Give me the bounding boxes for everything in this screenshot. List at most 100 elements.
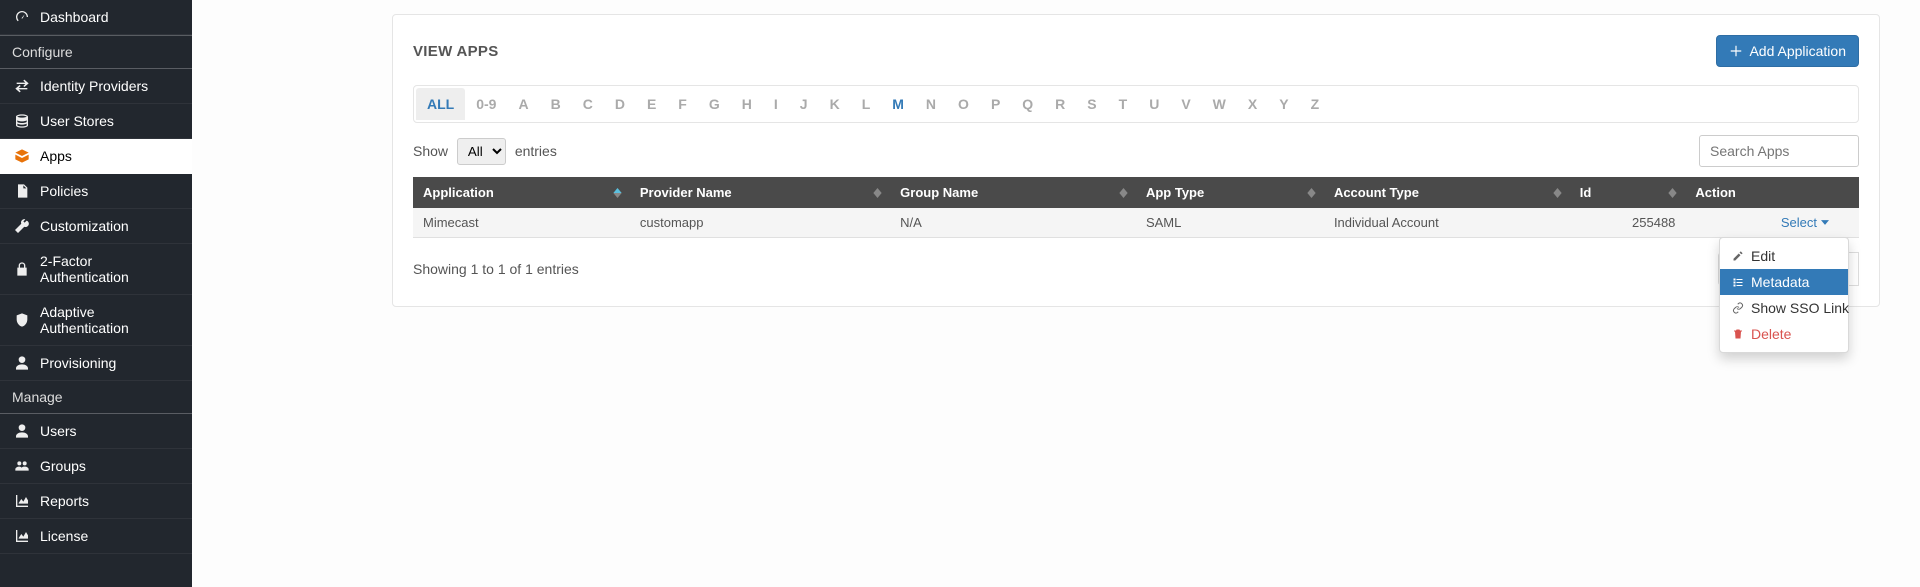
col-action: Action — [1685, 177, 1859, 208]
sidebar-item-2fa[interactable]: 2-Factor Authentication — [0, 244, 192, 295]
main-content: VIEW APPS Add Application ALL0-9ABCDEFGH… — [192, 0, 1920, 587]
sidebar-header-configure: Configure — [0, 35, 192, 68]
col-application[interactable]: Application — [413, 177, 630, 208]
col-account-type[interactable]: Account Type — [1324, 177, 1570, 208]
sidebar-item-label: Dashboard — [40, 9, 180, 25]
alpha-tab-c[interactable]: C — [572, 88, 604, 120]
show-entries-control: Show All entries — [413, 138, 557, 165]
sidebar-item-identity-providers[interactable]: Identity Providers — [0, 68, 192, 104]
cell-provider-name: customapp — [630, 208, 890, 238]
panel-title: VIEW APPS — [413, 43, 499, 60]
caret-down-icon — [1821, 220, 1829, 225]
alpha-tab-d[interactable]: D — [604, 88, 636, 120]
sidebar-item-adaptive-auth[interactable]: Adaptive Authentication — [0, 295, 192, 346]
action-dropdown-menu: Edit Metadata Show SSO Link — [1719, 237, 1849, 353]
col-provider-name[interactable]: Provider Name — [630, 177, 890, 208]
sidebar-item-apps[interactable]: Apps — [0, 139, 192, 174]
database-icon — [12, 113, 32, 129]
alpha-filter-tabs: ALL0-9ABCDEFGHIJKLMNOPQRSTUVWXYZ — [413, 85, 1859, 123]
lock-icon — [12, 261, 32, 277]
search-input[interactable] — [1699, 135, 1859, 167]
sidebar-item-label: User Stores — [40, 113, 180, 129]
alpha-tab-x[interactable]: X — [1237, 88, 1268, 120]
alpha-tab-o[interactable]: O — [947, 88, 980, 120]
sidebar-header-manage: Manage — [0, 381, 192, 413]
plus-icon — [1729, 44, 1743, 58]
cell-app-type: SAML — [1136, 208, 1324, 238]
alpha-tab-g[interactable]: G — [698, 88, 731, 120]
sidebar-item-reports[interactable]: Reports — [0, 484, 192, 519]
dropdown-item-label: Metadata — [1751, 274, 1809, 290]
alpha-tab-all[interactable]: ALL — [416, 88, 465, 120]
alpha-tab-b[interactable]: B — [540, 88, 572, 120]
alpha-tab-i[interactable]: I — [763, 88, 789, 120]
view-apps-panel: VIEW APPS Add Application ALL0-9ABCDEFGH… — [392, 14, 1880, 307]
box-open-icon — [12, 148, 32, 164]
alpha-tab-0-9[interactable]: 0-9 — [465, 88, 507, 120]
dropdown-item-delete[interactable]: Delete — [1720, 321, 1848, 347]
trash-icon — [1732, 328, 1744, 340]
alpha-tab-l[interactable]: L — [851, 88, 882, 120]
sidebar-item-dashboard[interactable]: Dashboard — [0, 0, 192, 35]
col-group-name[interactable]: Group Name — [890, 177, 1136, 208]
alpha-tab-n[interactable]: N — [915, 88, 947, 120]
cell-action: Select Edit — [1685, 208, 1859, 238]
alpha-tab-j[interactable]: J — [789, 88, 819, 120]
sidebar-item-label: Reports — [40, 493, 180, 509]
alpha-tab-w[interactable]: W — [1202, 88, 1237, 120]
sidebar-item-groups[interactable]: Groups — [0, 449, 192, 484]
alpha-tab-v[interactable]: V — [1170, 88, 1201, 120]
chart-area-icon — [12, 493, 32, 509]
col-app-type[interactable]: App Type — [1136, 177, 1324, 208]
table-row: Mimecast customapp N/A SAML Individual A… — [413, 208, 1859, 238]
sidebar-item-label: Provisioning — [40, 355, 180, 371]
sidebar-item-label: Users — [40, 423, 180, 439]
sidebar-item-users[interactable]: Users — [0, 413, 192, 449]
cell-application: Mimecast — [413, 208, 630, 238]
edit-icon — [1732, 250, 1744, 262]
alpha-tab-e[interactable]: E — [636, 88, 667, 120]
gauge-icon — [12, 9, 32, 25]
sidebar: Dashboard Configure Identity Providers U… — [0, 0, 192, 587]
sidebar-item-user-stores[interactable]: User Stores — [0, 104, 192, 139]
chart-area-icon — [12, 528, 32, 544]
table-info: Showing 1 to 1 of 1 entries — [413, 261, 579, 277]
sidebar-item-provisioning[interactable]: Provisioning — [0, 346, 192, 381]
sidebar-item-label: 2-Factor Authentication — [40, 253, 180, 285]
alpha-tab-p[interactable]: P — [980, 88, 1011, 120]
sidebar-item-label: Adaptive Authentication — [40, 304, 180, 336]
show-label-suffix: entries — [515, 143, 557, 159]
entries-select[interactable]: All — [457, 138, 506, 165]
add-application-button[interactable]: Add Application — [1716, 35, 1859, 67]
dropdown-item-edit[interactable]: Edit — [1720, 243, 1848, 269]
alpha-tab-f[interactable]: F — [667, 88, 698, 120]
alpha-tab-h[interactable]: H — [731, 88, 763, 120]
sidebar-item-label: License — [40, 528, 180, 544]
alpha-tab-q[interactable]: Q — [1011, 88, 1044, 120]
alpha-tab-u[interactable]: U — [1138, 88, 1170, 120]
select-action-dropdown-trigger[interactable]: Select — [1781, 215, 1829, 230]
sidebar-item-license[interactable]: License — [0, 519, 192, 554]
alpha-tab-k[interactable]: K — [819, 88, 851, 120]
alpha-tab-a[interactable]: A — [507, 88, 539, 120]
apps-table: Application Provider Name Group Name App… — [413, 177, 1859, 238]
wrench-icon — [12, 218, 32, 234]
user-icon — [12, 355, 32, 371]
sidebar-item-customization[interactable]: Customization — [0, 209, 192, 244]
alpha-tab-m[interactable]: M — [881, 88, 915, 120]
dropdown-item-show-sso-link[interactable]: Show SSO Link — [1720, 295, 1848, 321]
sidebar-item-policies[interactable]: Policies — [0, 174, 192, 209]
alpha-tab-r[interactable]: R — [1044, 88, 1076, 120]
alpha-tab-t[interactable]: T — [1108, 88, 1139, 120]
show-label-prefix: Show — [413, 143, 448, 159]
sidebar-item-label: Apps — [40, 148, 180, 164]
alpha-tab-s[interactable]: S — [1076, 88, 1107, 120]
user-icon — [12, 423, 32, 439]
col-id[interactable]: Id — [1570, 177, 1686, 208]
dropdown-item-metadata[interactable]: Metadata — [1720, 269, 1848, 295]
alpha-tab-y[interactable]: Y — [1268, 88, 1299, 120]
file-icon — [12, 183, 32, 199]
exchange-icon — [12, 78, 32, 94]
alpha-tab-z[interactable]: Z — [1300, 88, 1331, 120]
cell-group-name: N/A — [890, 208, 1136, 238]
